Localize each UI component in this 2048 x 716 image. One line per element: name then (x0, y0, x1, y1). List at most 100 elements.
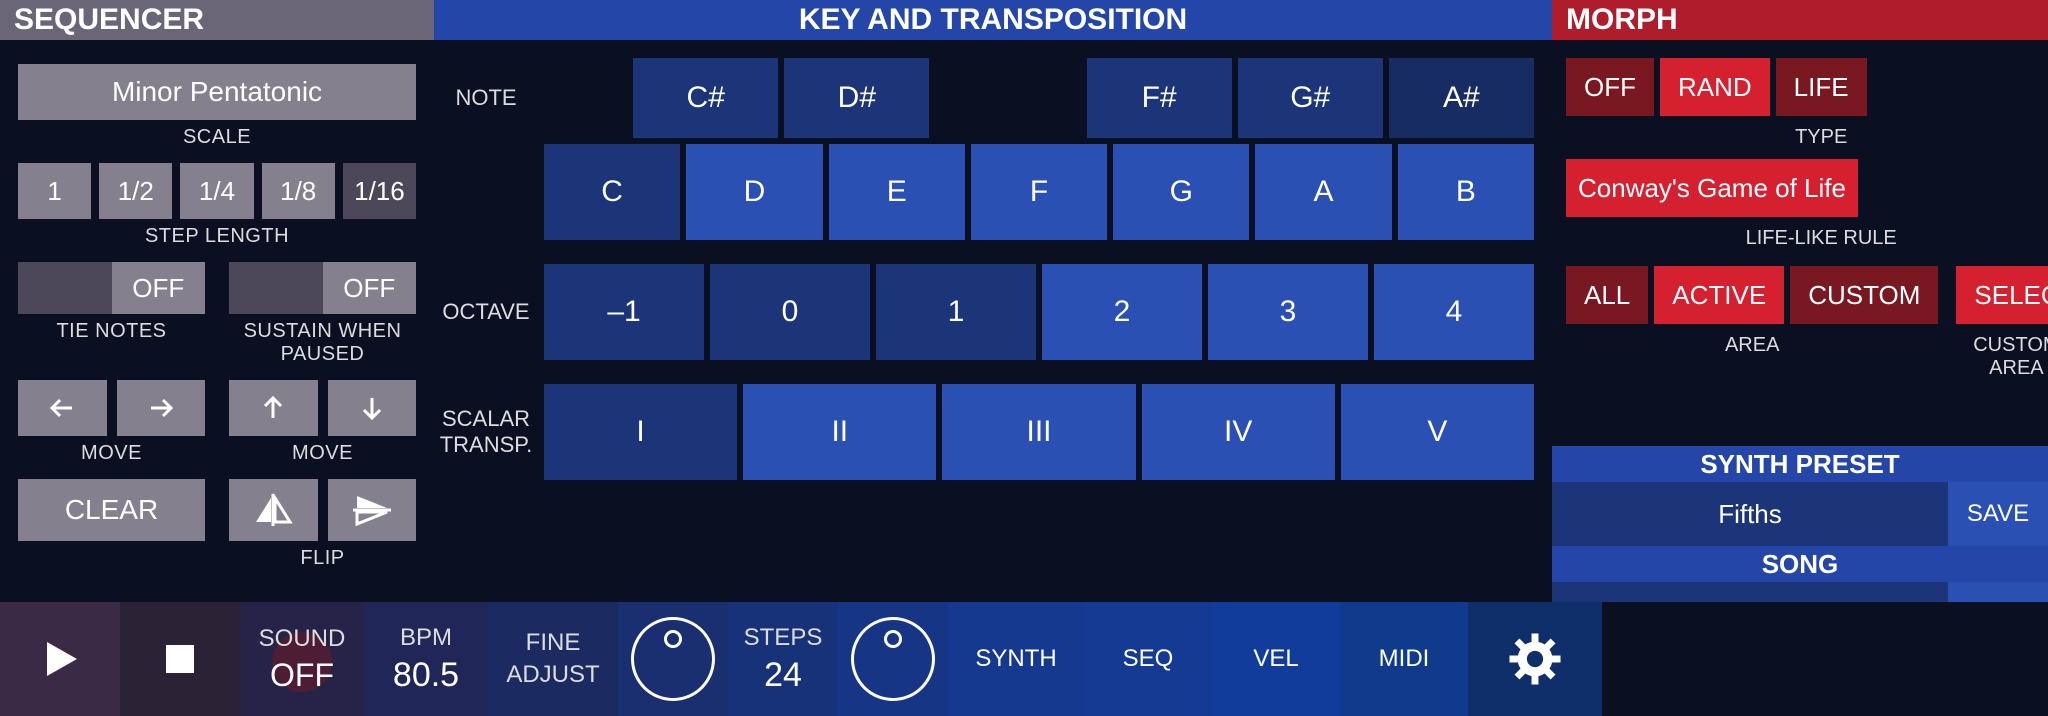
step-length-1-4[interactable]: 1/4 (180, 163, 253, 219)
move-left-button[interactable] (18, 380, 107, 436)
note-b[interactable]: B (1398, 144, 1534, 240)
note-d-sharp[interactable]: D# (784, 58, 929, 138)
scalar-5[interactable]: V (1341, 384, 1534, 480)
play-icon (37, 636, 83, 682)
song-title: SONG (1552, 546, 2048, 582)
octave-1[interactable]: 1 (876, 264, 1036, 360)
note-e[interactable]: E (829, 144, 965, 240)
key-transposition-panel: NOTE C# D# F# G# A# C D E F G A B (434, 40, 1552, 602)
note-a[interactable]: A (1255, 144, 1391, 240)
tie-notes-toggle[interactable]: OFF (18, 262, 205, 314)
step-length-1-8[interactable]: 1/8 (262, 163, 335, 219)
morph-type-life[interactable]: LIFE (1776, 58, 1867, 116)
clear-button[interactable]: CLEAR (18, 479, 205, 541)
flip-vertical-button[interactable] (328, 479, 417, 541)
sound-value: OFF (270, 657, 334, 694)
synth-preset-title: SYNTH PRESET (1552, 446, 2048, 482)
note-g[interactable]: G (1113, 144, 1249, 240)
morph-type-rand[interactable]: RAND (1660, 58, 1770, 116)
sustain-value: OFF (323, 262, 417, 314)
stop-button[interactable] (120, 602, 240, 716)
flip-horizontal-button[interactable] (229, 479, 318, 541)
octave-4[interactable]: 4 (1374, 264, 1534, 360)
morph-area-all[interactable]: ALL (1566, 266, 1648, 324)
move-up-button[interactable] (229, 380, 318, 436)
move-vertical-label: MOVE (229, 442, 416, 465)
arrow-left-icon (42, 393, 82, 423)
steps-display[interactable]: STEPS 24 (728, 602, 838, 716)
arrow-right-icon (141, 393, 181, 423)
flip-horizontal-icon (250, 490, 296, 530)
play-button[interactable] (0, 602, 120, 716)
tab-midi[interactable]: MIDI (1340, 602, 1468, 716)
move-down-button[interactable] (328, 380, 417, 436)
octave-minus1[interactable]: –1 (544, 264, 704, 360)
octave-0[interactable]: 0 (710, 264, 870, 360)
note-c-sharp[interactable]: C# (633, 58, 778, 138)
morph-type-off[interactable]: OFF (1566, 58, 1654, 116)
tab-vel[interactable]: VEL (1212, 602, 1340, 716)
morph-panel: OFF RAND LIFE TYPE Conway's Game of Life… (1552, 40, 2048, 446)
sound-label: SOUND (259, 625, 346, 653)
octave-2[interactable]: 2 (1042, 264, 1202, 360)
key-transposition-header: KEY AND TRANSPOSITION (434, 0, 1552, 40)
note-c[interactable]: C (544, 144, 680, 240)
morph-area-label: AREA (1566, 334, 1938, 357)
synth-preset-save-button[interactable]: SAVE (1948, 482, 2048, 546)
note-f[interactable]: F (971, 144, 1107, 240)
tab-seq[interactable]: SEQ (1084, 602, 1212, 716)
step-length-label: STEP LENGTH (18, 225, 416, 248)
note-a-sharp[interactable]: A# (1389, 58, 1534, 138)
bpm-value: 80.5 (393, 656, 459, 695)
bpm-label: BPM (400, 624, 452, 652)
steps-dial[interactable] (838, 602, 948, 716)
note-g-sharp[interactable]: G# (1238, 58, 1383, 138)
sustain-when-paused-toggle[interactable]: OFF (229, 262, 416, 314)
transport-bar: SOUND OFF BPM 80.5 FINE ADJUST STEPS 24 … (0, 602, 2048, 716)
stop-icon (160, 639, 200, 679)
morph-header: MORPH (1552, 0, 2048, 40)
move-right-button[interactable] (117, 380, 206, 436)
scalar-2[interactable]: II (743, 384, 936, 480)
scalar-4[interactable]: IV (1142, 384, 1335, 480)
sound-toggle[interactable]: SOUND OFF (240, 602, 364, 716)
right-panel: OFF RAND LIFE TYPE Conway's Game of Life… (1552, 40, 2048, 602)
step-length-1[interactable]: 1 (18, 163, 91, 219)
synth-preset-name[interactable]: Fifths (1552, 482, 1948, 546)
octave-3[interactable]: 3 (1208, 264, 1368, 360)
settings-button[interactable] (1468, 602, 1602, 716)
scale-select[interactable]: Minor Pentatonic (18, 64, 416, 120)
life-like-rule-select[interactable]: Conway's Game of Life (1566, 159, 1858, 217)
scale-label: SCALE (18, 126, 416, 149)
flip-vertical-icon (349, 490, 395, 530)
morph-type-segmented: OFF RAND LIFE (1566, 58, 2048, 116)
tab-synth[interactable]: SYNTH (948, 602, 1084, 716)
note-gap (935, 58, 1080, 138)
synth-preset-section: SYNTH PRESET Fifths SAVE (1552, 446, 2048, 546)
move-horizontal-label: MOVE (18, 442, 205, 465)
step-length-1-2[interactable]: 1/2 (99, 163, 172, 219)
morph-area-segmented: ALL ACTIVE CUSTOM (1566, 266, 1938, 324)
scalar-1[interactable]: I (544, 384, 737, 480)
tie-notes-label: TIE NOTES (18, 320, 205, 343)
sequencer-panel: Minor Pentatonic SCALE 1 1/2 1/4 1/8 1/1… (0, 40, 434, 602)
steps-label: STEPS (744, 624, 823, 652)
fine-adjust-label-cell: FINE ADJUST (488, 602, 618, 716)
sustain-label: SUSTAIN WHEN PAUSED (229, 320, 416, 366)
custom-area-select-button[interactable]: SELECT (1956, 266, 2048, 324)
gear-icon (1506, 630, 1564, 688)
tie-notes-value: OFF (112, 262, 206, 314)
bpm-display[interactable]: BPM 80.5 (364, 602, 488, 716)
dial-icon (631, 617, 715, 701)
note-f-sharp[interactable]: F# (1087, 58, 1232, 138)
step-length-1-16[interactable]: 1/16 (343, 163, 416, 219)
scalar-3[interactable]: III (942, 384, 1135, 480)
custom-area-label: CUSTOM AREA (1956, 334, 2048, 380)
life-like-rule-label: LIFE-LIKE RULE (1566, 227, 2048, 250)
morph-area-active[interactable]: ACTIVE (1654, 266, 1784, 324)
step-length-segmented: 1 1/2 1/4 1/8 1/16 (18, 163, 416, 219)
bpm-fine-dial[interactable] (618, 602, 728, 716)
steps-value: 24 (764, 656, 802, 695)
morph-area-custom[interactable]: CUSTOM (1790, 266, 1938, 324)
note-d[interactable]: D (686, 144, 822, 240)
